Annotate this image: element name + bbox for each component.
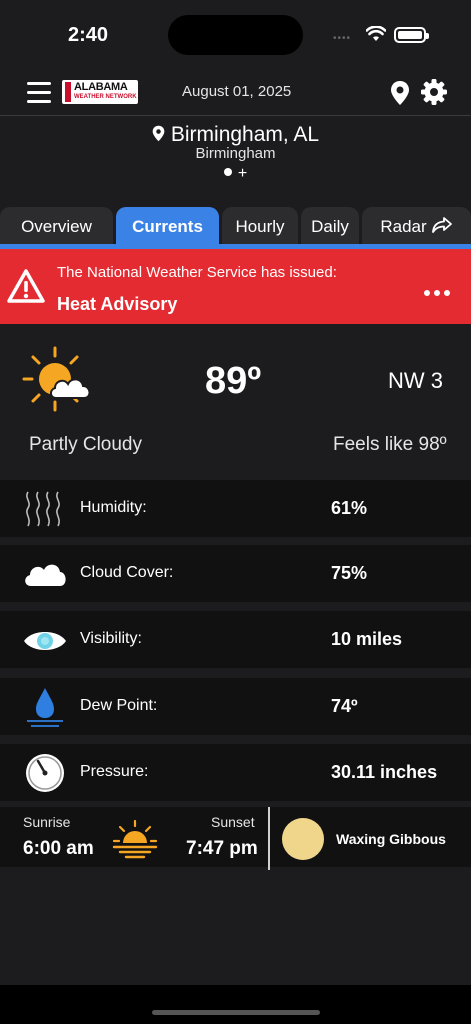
share-arrow-icon	[431, 217, 452, 233]
sunset-label: Sunset	[211, 814, 255, 830]
bottom-bar	[0, 985, 471, 1024]
battery-icon	[394, 27, 429, 43]
detail-value: 10 miles	[331, 629, 403, 649]
detail-value: 75%	[331, 563, 368, 583]
cloud-icon	[25, 564, 66, 586]
page-dot[interactable]	[223, 168, 232, 176]
detail-row-cloud-cover: Cloud Cover: 75%	[0, 545, 471, 602]
detail-row-dew-point: Dew Point: 74º	[0, 678, 471, 735]
alert-issuer-text: The National Weather Service has issued:	[57, 264, 337, 281]
current-temperature: 89º	[205, 360, 262, 402]
home-indicator[interactable]	[152, 1010, 320, 1015]
humidity-icon	[26, 491, 60, 527]
sun-moon-divider	[268, 807, 270, 870]
sunset-time: 7:47 pm	[186, 838, 258, 859]
partly-cloudy-icon	[22, 346, 91, 412]
dew-drop-icon	[27, 688, 63, 727]
sunset-icon	[112, 819, 158, 859]
detail-value: 74º	[331, 696, 358, 716]
detail-label: Visibility:	[80, 630, 142, 647]
sunrise-label: Sunrise	[23, 814, 71, 830]
location-header: Birmingham, AL Birmingham +	[0, 117, 471, 191]
app-header: ALABAMA WEATHER NETWORK August 01, 2025	[0, 70, 471, 116]
warning-triangle-icon	[7, 269, 45, 303]
location-pin-icon	[152, 125, 165, 142]
weather-alert-banner[interactable]: The National Weather Service has issued:…	[0, 249, 471, 324]
moon-phase-icon	[282, 818, 324, 860]
pressure-gauge-icon	[26, 754, 64, 792]
tab-currents[interactable]: Currents	[116, 207, 219, 247]
detail-label: Dew Point:	[80, 697, 158, 714]
tab-overview[interactable]: Overview	[0, 207, 113, 247]
feels-like: Feels like 98º	[333, 434, 447, 455]
detail-label: Cloud Cover:	[80, 564, 174, 581]
detail-row-pressure: Pressure: 30.11 inches	[0, 744, 471, 801]
add-location-button[interactable]: +	[238, 165, 247, 182]
location-page-indicator: +	[0, 165, 471, 183]
detail-value: 61%	[331, 498, 368, 518]
eye-icon	[24, 632, 66, 650]
location-city[interactable]: Birmingham, AL	[171, 123, 319, 146]
tab-bar: Overview Currents Hourly Daily Radar	[0, 205, 471, 249]
menu-icon[interactable]	[27, 82, 51, 104]
current-wind: NW 3	[388, 368, 443, 393]
detail-label: Humidity:	[80, 499, 147, 516]
tab-hourly[interactable]: Hourly	[222, 207, 298, 247]
detail-label: Pressure:	[80, 763, 149, 780]
location-subcity: Birmingham	[195, 145, 276, 162]
dynamic-island	[168, 15, 303, 55]
alabama-weather-network-logo: ALABAMA WEATHER NETWORK	[62, 80, 138, 104]
detail-row-humidity: Humidity: 61%	[0, 480, 471, 537]
status-bar: 2:40 ••••	[0, 0, 471, 70]
wifi-icon	[366, 26, 386, 41]
tab-daily[interactable]: Daily	[301, 207, 359, 247]
status-time: 2:40	[68, 24, 109, 46]
detail-row-visibility: Visibility: 10 miles	[0, 611, 471, 668]
sunrise-time: 6:00 am	[23, 838, 94, 859]
moon-phase-label: Waxing Gibbous	[336, 831, 446, 847]
location-pin-icon[interactable]	[390, 80, 410, 106]
current-condition: Partly Cloudy	[29, 434, 142, 455]
tab-radar[interactable]: Radar	[362, 207, 471, 247]
tab-radar-label: Radar	[380, 217, 427, 236]
sun-moon-row: Sunrise 6:00 am Sunset 7:47 pm Waxing Gi…	[0, 807, 471, 870]
settings-gear-icon[interactable]	[421, 79, 447, 105]
more-options-icon[interactable]	[424, 283, 454, 301]
current-conditions: 89º NW 3 Partly Cloudy Feels like 98º	[0, 324, 471, 480]
alert-title: Heat Advisory	[57, 294, 178, 314]
cellular-signal-icon: ••••	[333, 33, 352, 44]
header-date: August 01, 2025	[182, 83, 292, 100]
detail-value: 30.11 inches	[331, 762, 438, 782]
